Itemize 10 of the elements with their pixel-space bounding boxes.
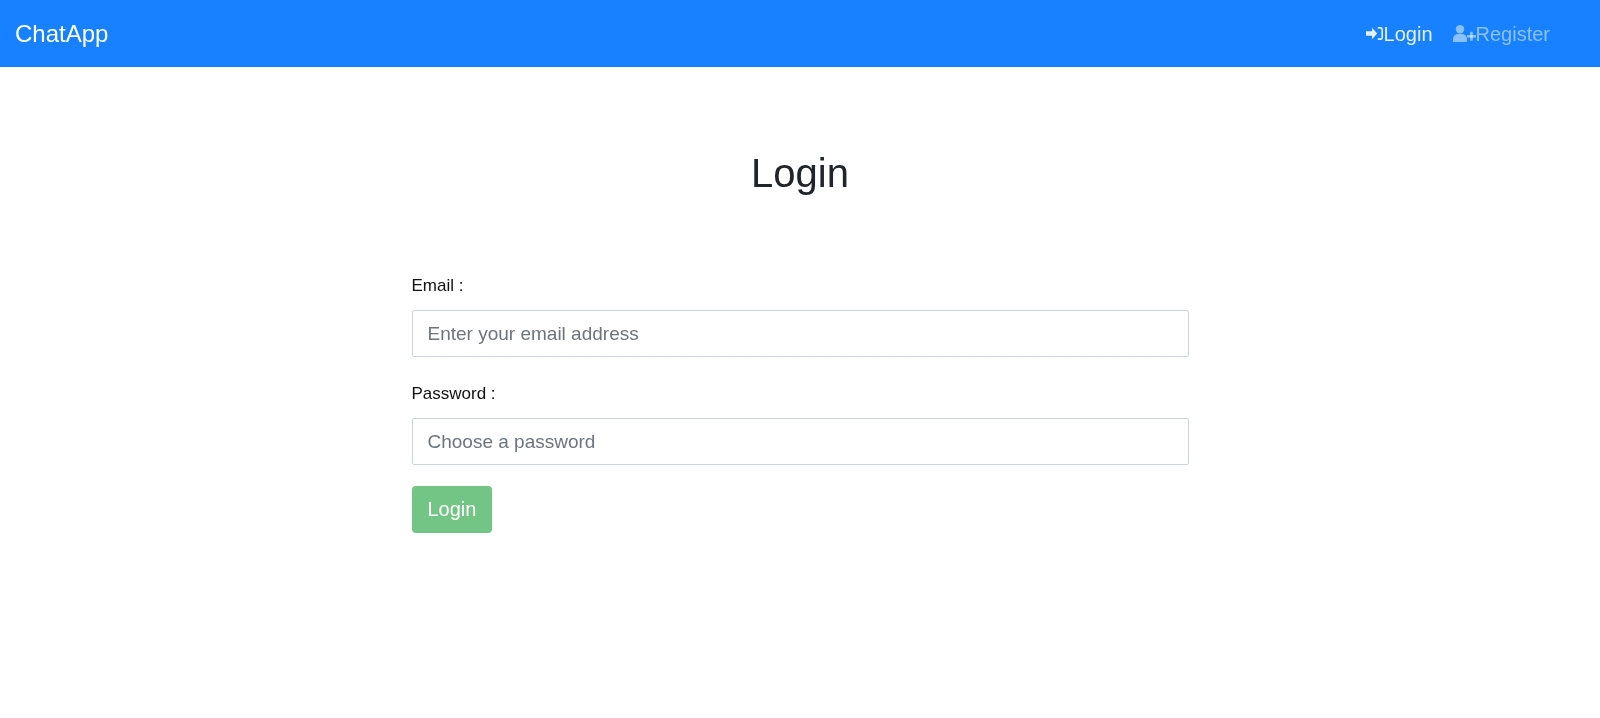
field-label: Email : [411, 275, 465, 297]
password-field[interactable]: Choose a password [411, 418, 1189, 465]
field-label: Password : [411, 383, 497, 405]
page-heading: Login [750, 150, 850, 197]
register-link[interactable]: Register [1442, 20, 1560, 47]
login-link[interactable]: Login [1355, 20, 1443, 47]
user-plus-icon [1452, 25, 1476, 42]
sign-in-icon [1365, 27, 1383, 40]
email-field[interactable]: Enter your email address [411, 310, 1189, 357]
brand-link[interactable]: ChatApp [15, 18, 109, 49]
